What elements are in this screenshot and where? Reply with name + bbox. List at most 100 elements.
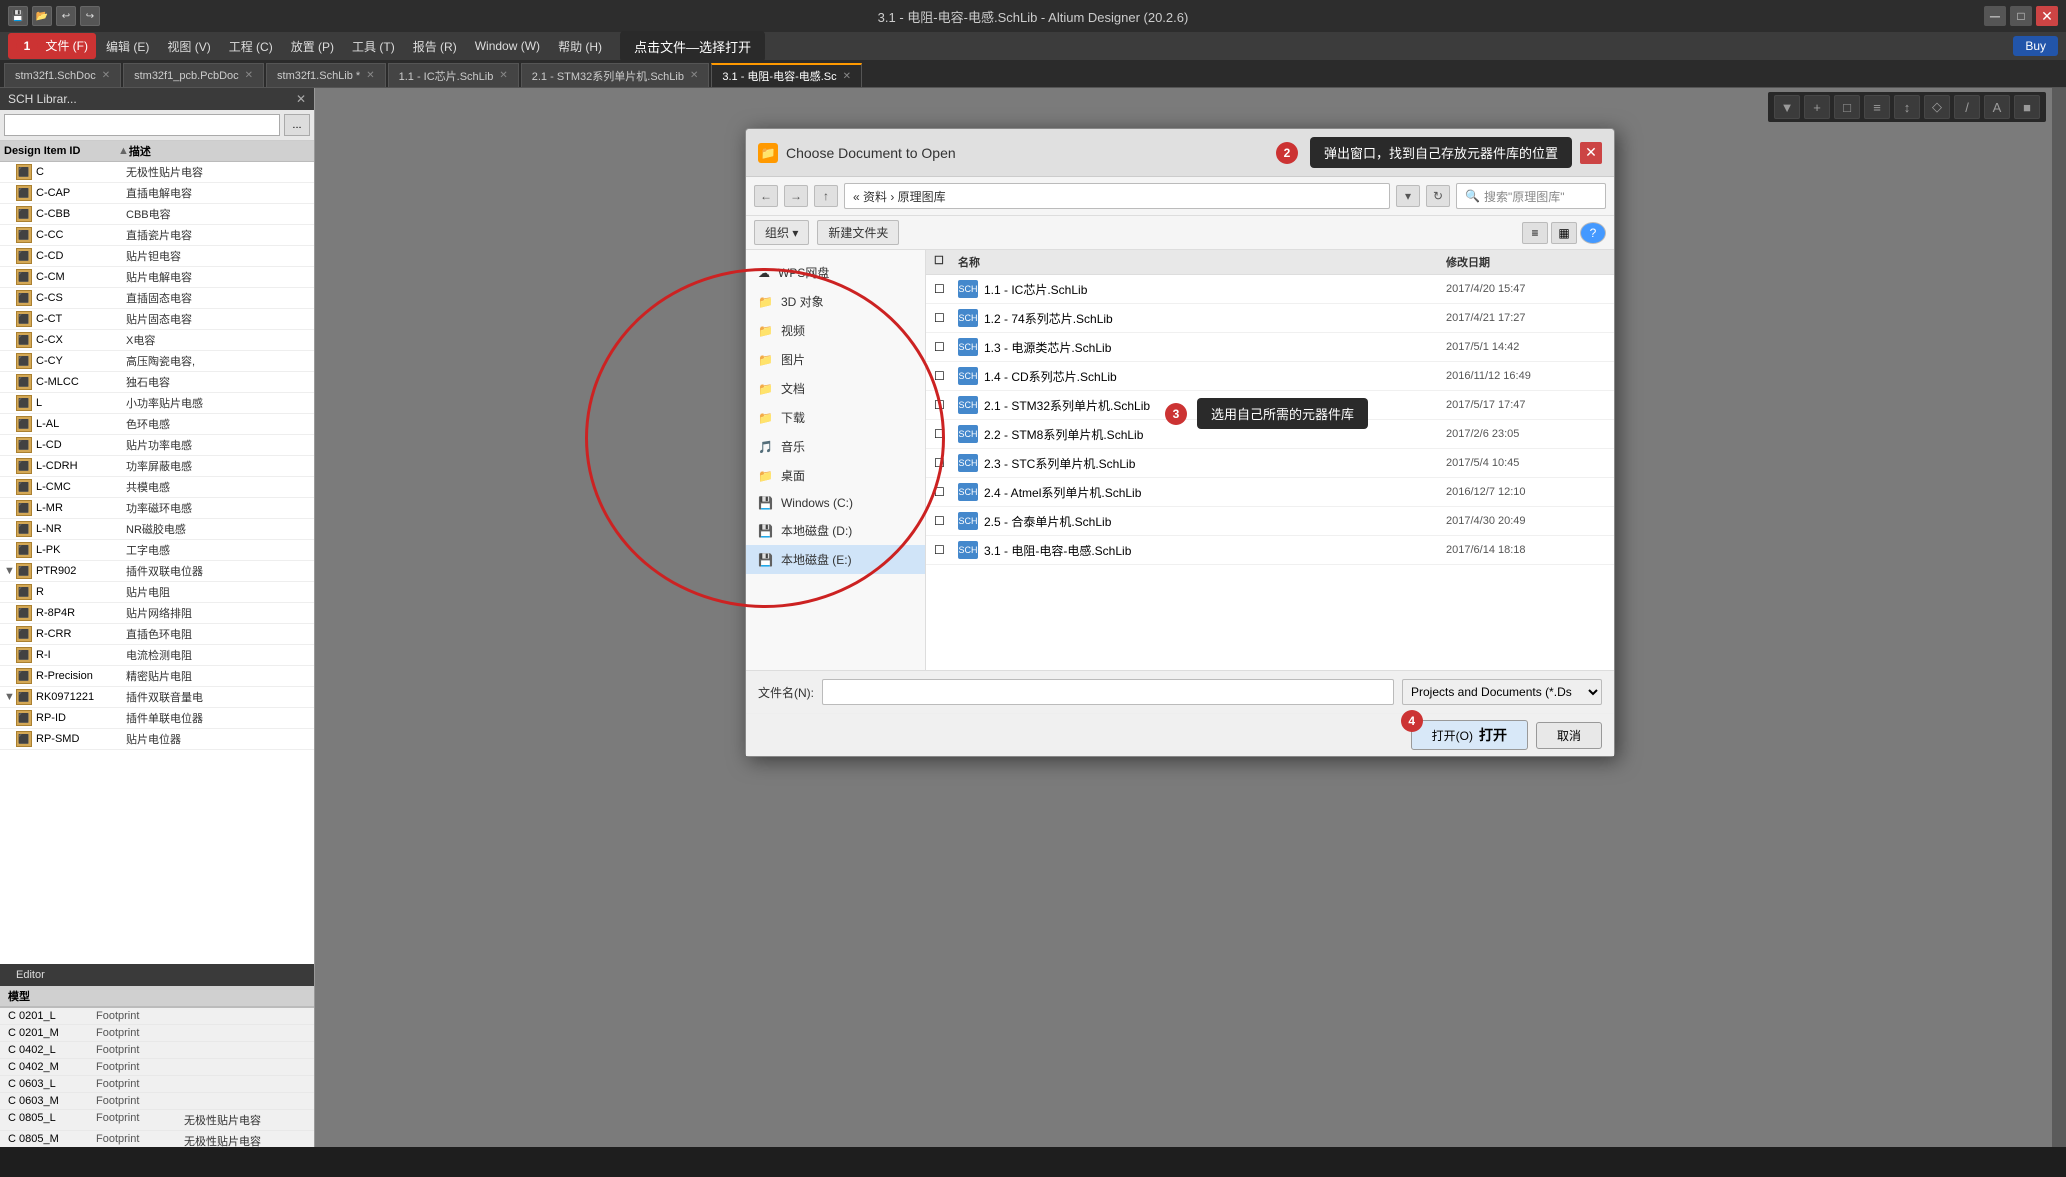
minimize-btn[interactable]: ─ — [1984, 6, 2006, 26]
library-item[interactable]: ▼ ⬛ RK0971221 插件双联音量电 — [0, 687, 314, 708]
library-item[interactable]: ⬛ RP-SMD 贴片电位器 — [0, 729, 314, 750]
nav-item[interactable]: 💾Windows (C:) — [746, 490, 925, 516]
maximize-btn[interactable]: □ — [2010, 6, 2032, 26]
file-checkbox[interactable]: ☐ — [934, 514, 958, 528]
filetype-select[interactable]: Projects and Documents (*.Ds — [1402, 679, 1602, 705]
tab-5[interactable]: 3.1 - 电阻-电容-电感.Sc✕ — [711, 63, 862, 87]
nav-item[interactable]: 📁视频 — [746, 316, 925, 345]
library-item[interactable]: ⬛ L-PK 工字电感 — [0, 540, 314, 561]
buy-button[interactable]: Buy — [2013, 36, 2058, 56]
new-folder-btn[interactable]: 新建文件夹 — [817, 220, 899, 245]
editor-tab[interactable]: Editor — [4, 966, 57, 984]
file-checkbox[interactable]: ☐ — [934, 369, 958, 383]
file-item[interactable]: ☐ SCH 1.4 - CD系列芯片.SchLib 2016/11/12 16:… — [926, 362, 1614, 391]
tab-4[interactable]: 2.1 - STM32系列单片机.SchLib✕ — [521, 63, 710, 87]
file-checkbox[interactable]: ☐ — [934, 427, 958, 441]
address-path[interactable]: « 资料 › 原理图库 — [844, 183, 1390, 209]
file-item[interactable]: ☐ SCH 1.1 - IC芯片.SchLib 2017/4/20 15:47 — [926, 275, 1614, 304]
library-item[interactable]: ⬛ C-CBB CBB电容 — [0, 204, 314, 225]
menu-help[interactable]: 帮助 (H) — [550, 36, 610, 57]
tab-close-0[interactable]: ✕ — [102, 70, 110, 81]
library-item[interactable]: ⬛ R 贴片电阻 — [0, 582, 314, 603]
library-item[interactable]: ⬛ C-CS 直插固态电容 — [0, 288, 314, 309]
library-item[interactable]: ⬛ C-CD 贴片钽电容 — [0, 246, 314, 267]
tab-2[interactable]: stm32f1.SchLib *✕ — [266, 63, 386, 87]
tab-3[interactable]: 1.1 - IC芯片.SchLib✕ — [388, 63, 519, 87]
file-checkbox[interactable]: ☐ — [934, 398, 958, 412]
library-item[interactable]: ▼ ⬛ PTR902 插件双联电位器 — [0, 561, 314, 582]
file-checkbox[interactable]: ☐ — [934, 282, 958, 296]
file-item[interactable]: ☐ SCH 2.4 - Atmel系列单片机.SchLib 2016/12/7 … — [926, 478, 1614, 507]
library-item[interactable]: ⬛ C-MLCC 独石电容 — [0, 372, 314, 393]
toolbar-open[interactable]: 📂 — [32, 6, 52, 26]
library-item[interactable]: ⬛ C-CAP 直插电解电容 — [0, 183, 314, 204]
library-item[interactable]: ⬛ L-NR NR磁胶电感 — [0, 519, 314, 540]
search-box[interactable]: 🔍 搜索"原理图库" — [1456, 183, 1606, 209]
filename-input[interactable] — [822, 679, 1394, 705]
menu-place[interactable]: 放置 (P) — [283, 36, 342, 57]
nav-item[interactable]: ☁WPS网盘 — [746, 258, 925, 287]
menu-report[interactable]: 报告 (R) — [405, 36, 465, 57]
dialog-close-btn[interactable]: ✕ — [1580, 142, 1602, 164]
file-item[interactable]: ☐ SCH 1.2 - 74系列芯片.SchLib 2017/4/21 17:2… — [926, 304, 1614, 333]
tab-close-2[interactable]: ✕ — [366, 70, 374, 81]
library-item[interactable]: ⬛ L-CMC 共模电感 — [0, 477, 314, 498]
nav-item[interactable]: 📁3D 对象 — [746, 287, 925, 316]
tab-close-3[interactable]: ✕ — [499, 70, 507, 81]
toolbar-undo[interactable]: ↩ — [56, 6, 76, 26]
menu-window[interactable]: Window (W) — [467, 37, 548, 55]
library-item[interactable]: ⬛ L-MR 功率磁环电感 — [0, 498, 314, 519]
file-checkbox[interactable]: ☐ — [934, 311, 958, 325]
nav-item[interactable]: 🎵音乐 — [746, 432, 925, 461]
file-item[interactable]: ☐ SCH 3.1 - 电阻-电容-电感.SchLib 2017/6/14 18… — [926, 536, 1614, 565]
library-item[interactable]: ⬛ C-CC 直插瓷片电容 — [0, 225, 314, 246]
nav-item[interactable]: 📁文档 — [746, 374, 925, 403]
menu-tools[interactable]: 工具 (T) — [344, 36, 403, 57]
tab-close-5[interactable]: ✕ — [843, 71, 851, 82]
library-item[interactable]: ⬛ L-CD 贴片功率电感 — [0, 435, 314, 456]
tab-close-4[interactable]: ✕ — [690, 70, 698, 81]
library-item[interactable]: ⬛ C-CM 贴片电解电容 — [0, 267, 314, 288]
file-checkbox[interactable]: ☐ — [934, 485, 958, 499]
file-checkbox[interactable]: ☐ — [934, 456, 958, 470]
nav-item[interactable]: 📁下载 — [746, 403, 925, 432]
nav-item[interactable]: 📁图片 — [746, 345, 925, 374]
organize-btn[interactable]: 组织 ▾ — [754, 220, 809, 245]
search-button[interactable]: ... — [284, 114, 310, 136]
search-input[interactable] — [4, 114, 280, 136]
nav-back-btn[interactable]: ← — [754, 185, 778, 207]
library-item[interactable]: ⬛ C-CY 高压陶瓷电容, — [0, 351, 314, 372]
view-list-btn[interactable]: ≡ — [1522, 222, 1548, 244]
library-item[interactable]: ⬛ R-CRR 直插色环电阻 — [0, 624, 314, 645]
nav-dropdown-btn[interactable]: ▾ — [1396, 185, 1420, 207]
file-checkbox[interactable]: ☐ — [934, 543, 958, 557]
nav-item[interactable]: 📁桌面 — [746, 461, 925, 490]
menu-file[interactable]: 1 文件 (F) — [8, 33, 96, 59]
view-help-btn[interactable]: ? — [1580, 222, 1606, 244]
library-item[interactable]: ⬛ R-8P4R 贴片网络排阻 — [0, 603, 314, 624]
close-btn[interactable]: ✕ — [2036, 6, 2058, 26]
library-item[interactable]: ⬛ R-Precision 精密贴片电阻 — [0, 666, 314, 687]
nav-item[interactable]: 💾本地磁盘 (E:) — [746, 545, 925, 574]
toolbar-redo[interactable]: ↪ — [80, 6, 100, 26]
file-item[interactable]: ☐ SCH 2.5 - 合泰单片机.SchLib 2017/4/30 20:49 — [926, 507, 1614, 536]
tab-close-1[interactable]: ✕ — [245, 70, 253, 81]
toolbar-save[interactable]: 💾 — [8, 6, 28, 26]
menu-project[interactable]: 工程 (C) — [221, 36, 281, 57]
library-item[interactable]: ⬛ L-CDRH 功率屏蔽电感 — [0, 456, 314, 477]
file-item[interactable]: ☐ SCH 1.3 - 电源类芯片.SchLib 2017/5/1 14:42 — [926, 333, 1614, 362]
library-item[interactable]: ⬛ C 无极性贴片电容 — [0, 162, 314, 183]
nav-item[interactable]: 💾本地磁盘 (D:) — [746, 516, 925, 545]
tab-0[interactable]: stm32f1.SchDoc✕ — [4, 63, 121, 87]
library-item[interactable]: ⬛ C-CX X电容 — [0, 330, 314, 351]
library-item[interactable]: ⬛ C-CT 贴片固态电容 — [0, 309, 314, 330]
library-item[interactable]: ⬛ R-I 电流检测电阻 — [0, 645, 314, 666]
library-item[interactable]: ⬛ L-AL 色环电感 — [0, 414, 314, 435]
file-item[interactable]: ☐ SCH 2.3 - STC系列单片机.SchLib 2017/5/4 10:… — [926, 449, 1614, 478]
nav-forward-btn[interactable]: → — [784, 185, 808, 207]
nav-up-btn[interactable]: ↑ — [814, 185, 838, 207]
file-checkbox[interactable]: ☐ — [934, 340, 958, 354]
open-button[interactable]: 打开(O) 打开 — [1411, 720, 1528, 750]
menu-view[interactable]: 视图 (V) — [159, 36, 218, 57]
panel-close-icon[interactable]: ✕ — [296, 92, 306, 106]
